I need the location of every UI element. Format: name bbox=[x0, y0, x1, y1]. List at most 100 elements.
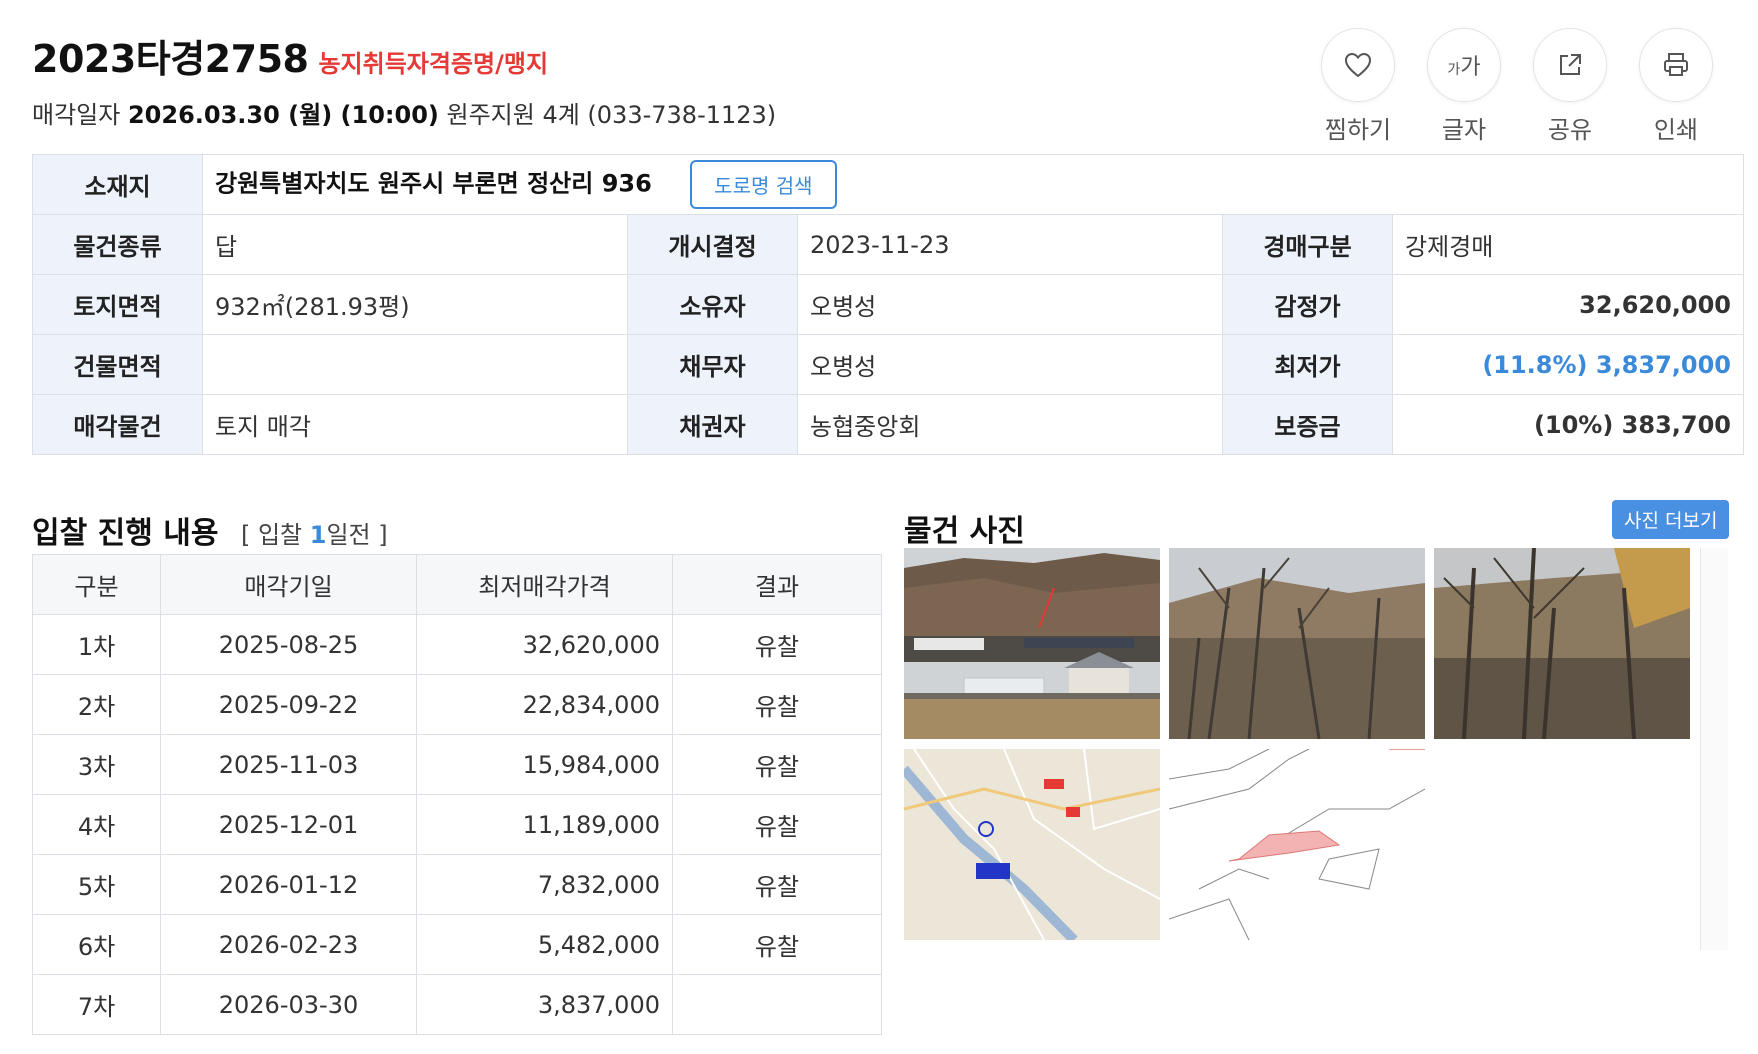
info-value: 2023-11-23 bbox=[797, 214, 1223, 275]
date-cell: 2025-08-25 bbox=[160, 614, 417, 675]
address-text: 강원특별자치도 원주시 부론면 정산리 936 bbox=[215, 169, 652, 198]
price-cell: 15,984,000 bbox=[416, 734, 673, 795]
info-value: 932㎡(281.93평) bbox=[202, 274, 628, 335]
price-cell: 11,189,000 bbox=[416, 794, 673, 855]
round-cell: 2차 bbox=[32, 674, 161, 735]
more-photos-button[interactable]: 사진 더보기 bbox=[1612, 500, 1730, 539]
bid-title-text: 입찰 진행 내용 bbox=[32, 516, 219, 551]
info-value bbox=[202, 334, 628, 395]
info-key: 소유자 bbox=[627, 274, 798, 335]
bid-countdown: [ 입찰 1일전 ] bbox=[240, 521, 388, 549]
date-cell: 2026-03-30 bbox=[160, 974, 417, 1035]
price-cell: 7,832,000 bbox=[416, 854, 673, 915]
result-cell bbox=[672, 974, 882, 1035]
favorite-label: 찜하기 bbox=[1324, 116, 1392, 144]
info-value: 오병성 bbox=[797, 274, 1223, 335]
price-cell: 22,834,000 bbox=[416, 674, 673, 735]
date-cell: 2026-01-12 bbox=[160, 854, 417, 915]
info-value: 오병성 bbox=[797, 334, 1223, 395]
days-left: 1 bbox=[309, 521, 327, 549]
table-row: 3차 2025-11-03 15,984,000 유찰 bbox=[32, 734, 882, 795]
round-cell: 4차 bbox=[32, 794, 161, 855]
round-cell: 3차 bbox=[32, 734, 161, 795]
location-map[interactable] bbox=[904, 749, 1160, 940]
print-button[interactable]: 인쇄 bbox=[1638, 28, 1714, 145]
site-photo[interactable] bbox=[904, 548, 1160, 739]
result-cell: 유찰 bbox=[672, 734, 882, 795]
result-cell: 유찰 bbox=[672, 614, 882, 675]
bid-history-table: 구분 매각기일 최저매각가격 결과 1차 2025-08-25 32,620,0… bbox=[32, 554, 882, 1035]
info-key: 경매구분 bbox=[1222, 214, 1393, 275]
date-cell: 2025-09-22 bbox=[160, 674, 417, 735]
info-row: 매각물건 토지 매각 채권자 농협중앙회 보증금 (10%) 383,700 bbox=[32, 394, 1744, 455]
cadastral-map[interactable] bbox=[1169, 749, 1425, 940]
table-header-row: 구분 매각기일 최저매각가격 결과 bbox=[32, 554, 882, 615]
gallery-scrollbar[interactable] bbox=[1700, 548, 1728, 950]
result-cell: 유찰 bbox=[672, 854, 882, 915]
font-size-label: 글자 bbox=[1441, 116, 1487, 144]
column-header: 최저매각가격 bbox=[416, 554, 673, 615]
favorite-button[interactable]: 찜하기 bbox=[1320, 28, 1396, 145]
print-icon bbox=[1639, 28, 1713, 102]
case-tag: 농지취득자격증명/맹지 bbox=[318, 50, 549, 78]
info-value: 농협중앙회 bbox=[797, 394, 1223, 455]
info-key: 소재지 bbox=[32, 154, 203, 215]
info-key: 물건종류 bbox=[32, 214, 203, 275]
info-key: 채무자 bbox=[627, 334, 798, 395]
info-key: 채권자 bbox=[627, 394, 798, 455]
trees-photo[interactable] bbox=[1434, 548, 1690, 739]
info-key: 토지면적 bbox=[32, 274, 203, 335]
table-row: 2차 2025-09-22 22,834,000 유찰 bbox=[32, 674, 882, 735]
table-row: 4차 2025-12-01 11,189,000 유찰 bbox=[32, 794, 882, 855]
info-value: 답 bbox=[202, 214, 628, 275]
price-cell: 5,482,000 bbox=[416, 914, 673, 975]
appraisal-value: 32,620,000 bbox=[1392, 274, 1744, 335]
round-cell: 6차 bbox=[32, 914, 161, 975]
info-row: 건물면적 채무자 오병성 최저가 (11.8%) 3,837,000 bbox=[32, 334, 1744, 395]
case-header: 2023타경2758 농지취득자격증명/맹지 매각일자 2026.03.30 (… bbox=[32, 28, 1732, 144]
table-row: 5차 2026-01-12 7,832,000 유찰 bbox=[32, 854, 882, 915]
brush-photo[interactable] bbox=[1169, 548, 1425, 739]
font-size-icon: 가가 bbox=[1427, 28, 1501, 102]
court-info: 원주지원 4계 (033-738-1123) bbox=[446, 101, 777, 129]
sale-label: 매각일자 bbox=[32, 101, 121, 129]
info-key: 개시결정 bbox=[627, 214, 798, 275]
deposit-value: (10%) 383,700 bbox=[1392, 394, 1744, 455]
round-cell: 1차 bbox=[32, 614, 161, 675]
case-number: 2023타경2758 bbox=[32, 37, 309, 81]
property-info-table: 소재지 강원특별자치도 원주시 부론면 정산리 936 도로명 검색 물건종류 … bbox=[32, 154, 1744, 455]
sale-date: 2026.03.30 (월) (10:00) bbox=[127, 101, 439, 129]
info-key: 매각물건 bbox=[32, 394, 203, 455]
address-cell: 강원특별자치도 원주시 부론면 정산리 936 도로명 검색 bbox=[202, 154, 1744, 215]
date-cell: 2025-12-01 bbox=[160, 794, 417, 855]
share-icon bbox=[1533, 28, 1607, 102]
share-label: 공유 bbox=[1547, 116, 1593, 144]
info-key: 감정가 bbox=[1222, 274, 1393, 335]
result-cell: 유찰 bbox=[672, 914, 882, 975]
font-size-button[interactable]: 가가 글자 bbox=[1426, 28, 1502, 145]
round-cell: 5차 bbox=[32, 854, 161, 915]
price-cell: 3,837,000 bbox=[416, 974, 673, 1035]
print-label: 인쇄 bbox=[1653, 116, 1699, 144]
minimum-price-value: (11.8%) 3,837,000 bbox=[1392, 334, 1744, 395]
bid-history-title: 입찰 진행 내용 [ 입찰 1일전 ] bbox=[32, 508, 388, 552]
info-row: 물건종류 답 개시결정 2023-11-23 경매구분 강제경매 bbox=[32, 214, 1744, 275]
table-row: 7차 2026-03-30 3,837,000 bbox=[32, 974, 882, 1035]
column-header: 매각기일 bbox=[160, 554, 417, 615]
info-value: 토지 매각 bbox=[202, 394, 628, 455]
road-name-search-button[interactable]: 도로명 검색 bbox=[690, 160, 837, 209]
table-row: 6차 2026-02-23 5,482,000 유찰 bbox=[32, 914, 882, 975]
result-cell: 유찰 bbox=[672, 674, 882, 735]
price-cell: 32,620,000 bbox=[416, 614, 673, 675]
info-value: 강제경매 bbox=[1392, 214, 1744, 275]
info-key: 보증금 bbox=[1222, 394, 1393, 455]
address-row: 소재지 강원특별자치도 원주시 부론면 정산리 936 도로명 검색 bbox=[32, 154, 1744, 215]
result-cell: 유찰 bbox=[672, 794, 882, 855]
date-cell: 2026-02-23 bbox=[160, 914, 417, 975]
share-button[interactable]: 공유 bbox=[1532, 28, 1608, 145]
info-key: 건물면적 bbox=[32, 334, 203, 395]
action-bar: 찜하기 가가 글자 공유 인쇄 bbox=[1320, 28, 1714, 145]
info-row: 토지면적 932㎡(281.93평) 소유자 오병성 감정가 32,620,00… bbox=[32, 274, 1744, 335]
column-header: 결과 bbox=[672, 554, 882, 615]
photos-title: 물건 사진 bbox=[904, 514, 1025, 549]
